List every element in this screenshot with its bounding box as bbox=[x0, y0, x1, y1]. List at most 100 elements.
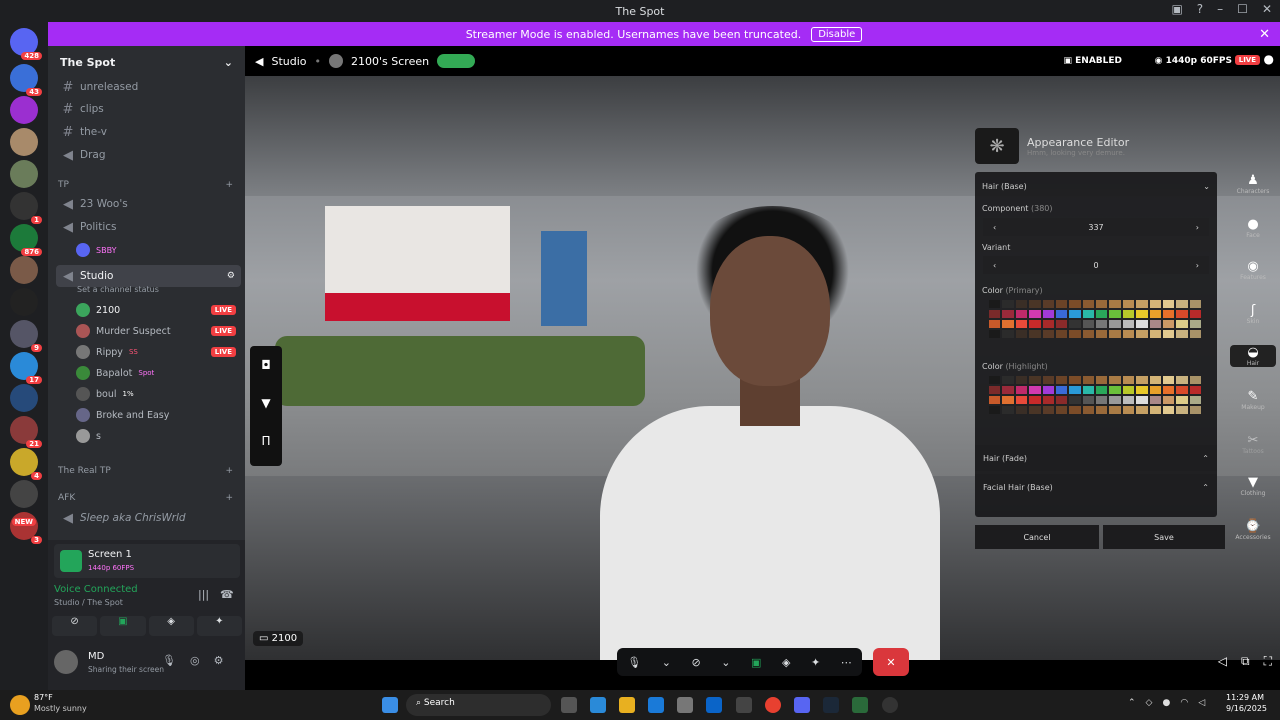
color-swatch[interactable] bbox=[1122, 376, 1135, 384]
color-swatch[interactable] bbox=[1149, 330, 1161, 338]
noise-suppression-icon[interactable]: ||| bbox=[198, 588, 209, 601]
color-swatch[interactable] bbox=[1096, 376, 1108, 384]
color-swatch[interactable] bbox=[1162, 376, 1175, 384]
viewer-avatars[interactable] bbox=[437, 54, 476, 68]
color-swatch[interactable] bbox=[1029, 320, 1041, 328]
home-button[interactable]: 428 bbox=[10, 28, 42, 60]
stop-stream-button[interactable]: ✕ bbox=[873, 648, 909, 676]
color-swatch[interactable] bbox=[1149, 310, 1161, 318]
color-swatch[interactable] bbox=[1176, 300, 1188, 308]
color-swatch[interactable] bbox=[989, 376, 1001, 384]
task-view-icon[interactable] bbox=[561, 697, 577, 713]
color-swatch[interactable] bbox=[1055, 320, 1068, 328]
xbox-icon[interactable] bbox=[852, 697, 868, 713]
color-swatch[interactable] bbox=[1082, 300, 1094, 308]
edge-icon[interactable] bbox=[648, 697, 664, 713]
popout-icon[interactable]: ⧉ bbox=[1241, 654, 1250, 669]
color-swatch[interactable] bbox=[1122, 330, 1135, 338]
color-swatch[interactable] bbox=[1136, 386, 1148, 394]
chevron-right-icon[interactable]: › bbox=[1196, 223, 1199, 232]
chevron-down-icon[interactable]: ⌄ bbox=[721, 656, 730, 669]
soundboard-button[interactable]: ✦ bbox=[196, 616, 242, 636]
screen-share-icon[interactable]: ▣ bbox=[751, 656, 761, 669]
color-swatch[interactable] bbox=[1096, 330, 1108, 338]
store-icon[interactable] bbox=[677, 697, 693, 713]
media-icon[interactable] bbox=[882, 697, 898, 713]
color-swatch[interactable] bbox=[1189, 320, 1201, 328]
color-swatch[interactable] bbox=[989, 320, 1001, 328]
section-hair-fade[interactable]: Hair (Fade) ⌃ bbox=[975, 445, 1217, 471]
voice-channel-afk[interactable]: ◀ Sleep aka ChrisWrld bbox=[56, 507, 241, 529]
color-swatch[interactable] bbox=[1082, 320, 1094, 328]
add-channel-icon[interactable]: + bbox=[225, 493, 233, 503]
settings-icon[interactable]: ⚙ bbox=[227, 271, 235, 281]
color-swatch[interactable] bbox=[1189, 386, 1201, 394]
color-swatch[interactable] bbox=[1149, 386, 1161, 394]
color-swatch[interactable] bbox=[1176, 386, 1188, 394]
color-swatch[interactable] bbox=[1122, 310, 1135, 318]
network-icon[interactable]: ◇ bbox=[1146, 698, 1153, 708]
wifi-icon[interactable]: ◠ bbox=[1180, 698, 1188, 708]
weather-icon[interactable] bbox=[10, 695, 30, 715]
voice-user[interactable]: Rippy SS LIVE bbox=[76, 342, 236, 362]
color-swatch[interactable] bbox=[1042, 406, 1054, 414]
color-swatch[interactable] bbox=[1176, 396, 1188, 404]
color-swatch[interactable] bbox=[1002, 386, 1014, 394]
inbox-icon[interactable]: ▣ bbox=[1171, 2, 1182, 16]
voice-user[interactable]: s bbox=[76, 426, 236, 446]
color-swatch[interactable] bbox=[1069, 320, 1081, 328]
color-swatch[interactable] bbox=[1042, 396, 1054, 404]
color-highlight-palette[interactable] bbox=[989, 376, 1201, 414]
color-swatch[interactable] bbox=[1082, 386, 1094, 394]
clock-time[interactable]: 11:29 AM bbox=[1226, 693, 1264, 702]
voice-user[interactable]: SBBY bbox=[76, 240, 236, 260]
color-swatch[interactable] bbox=[1136, 396, 1148, 404]
voice-channel-23-woos[interactable]: ◀ 23 Woo's bbox=[56, 193, 241, 215]
voice-channel-politics[interactable]: ◀ Politics bbox=[56, 216, 241, 238]
activity-icon[interactable]: ◈ bbox=[782, 656, 790, 669]
category-tp[interactable]: TP + bbox=[58, 180, 233, 190]
file-explorer-icon[interactable] bbox=[619, 697, 635, 713]
color-swatch[interactable] bbox=[1069, 330, 1081, 338]
color-swatch[interactable] bbox=[1082, 396, 1094, 404]
color-swatch[interactable] bbox=[1002, 310, 1014, 318]
server-header[interactable]: The Spot ⌄ bbox=[48, 46, 245, 78]
camera-off-button[interactable]: ⊘ bbox=[52, 616, 98, 636]
mask-icon[interactable]: ◘ bbox=[250, 346, 282, 384]
chevron-left-icon[interactable]: ‹ bbox=[993, 261, 996, 270]
color-swatch[interactable] bbox=[989, 406, 1001, 414]
server-icon[interactable] bbox=[10, 480, 38, 508]
voice-user[interactable]: Bapalot Spot bbox=[76, 363, 236, 383]
color-swatch[interactable] bbox=[1176, 320, 1188, 328]
server-icon[interactable] bbox=[10, 256, 38, 284]
color-swatch[interactable] bbox=[1069, 300, 1081, 308]
accessories-tab[interactable]: ⌚ Accessories bbox=[1230, 519, 1276, 541]
color-primary-palette[interactable] bbox=[989, 300, 1201, 338]
color-swatch[interactable] bbox=[1002, 330, 1014, 338]
start-icon[interactable] bbox=[382, 697, 398, 713]
steam-icon[interactable] bbox=[823, 697, 839, 713]
color-swatch[interactable] bbox=[1015, 330, 1028, 338]
activity-button[interactable]: ◈ bbox=[148, 616, 194, 636]
color-swatch[interactable] bbox=[989, 330, 1001, 338]
color-swatch[interactable] bbox=[1002, 406, 1014, 414]
chrome-icon[interactable] bbox=[765, 697, 781, 713]
color-swatch[interactable] bbox=[1055, 386, 1068, 394]
color-swatch[interactable] bbox=[1002, 376, 1014, 384]
camera-off-icon[interactable]: ⊘ bbox=[692, 656, 701, 669]
microphone-icon[interactable]: 🎙 bbox=[627, 656, 641, 669]
shirt-icon[interactable]: ▼ bbox=[250, 384, 282, 422]
component-stepper[interactable]: ‹ 337 › bbox=[983, 218, 1209, 236]
color-swatch[interactable] bbox=[1029, 330, 1041, 338]
color-swatch[interactable] bbox=[1055, 406, 1068, 414]
avatar[interactable] bbox=[54, 650, 78, 674]
color-swatch[interactable] bbox=[1109, 386, 1121, 394]
voice-channel-studio[interactable]: ◀ Studio ⚙ bbox=[56, 265, 241, 287]
microphone-icon[interactable]: 🎙 bbox=[162, 654, 176, 667]
color-swatch[interactable] bbox=[1162, 300, 1175, 308]
server-icon[interactable] bbox=[10, 160, 38, 188]
channel-unreleased[interactable]: # unreleased bbox=[56, 76, 241, 98]
clock-date[interactable]: 9/16/2025 bbox=[1226, 704, 1267, 713]
server-icon[interactable]: NEW 3 bbox=[10, 512, 42, 544]
close-icon[interactable]: ✕ bbox=[1259, 27, 1270, 42]
